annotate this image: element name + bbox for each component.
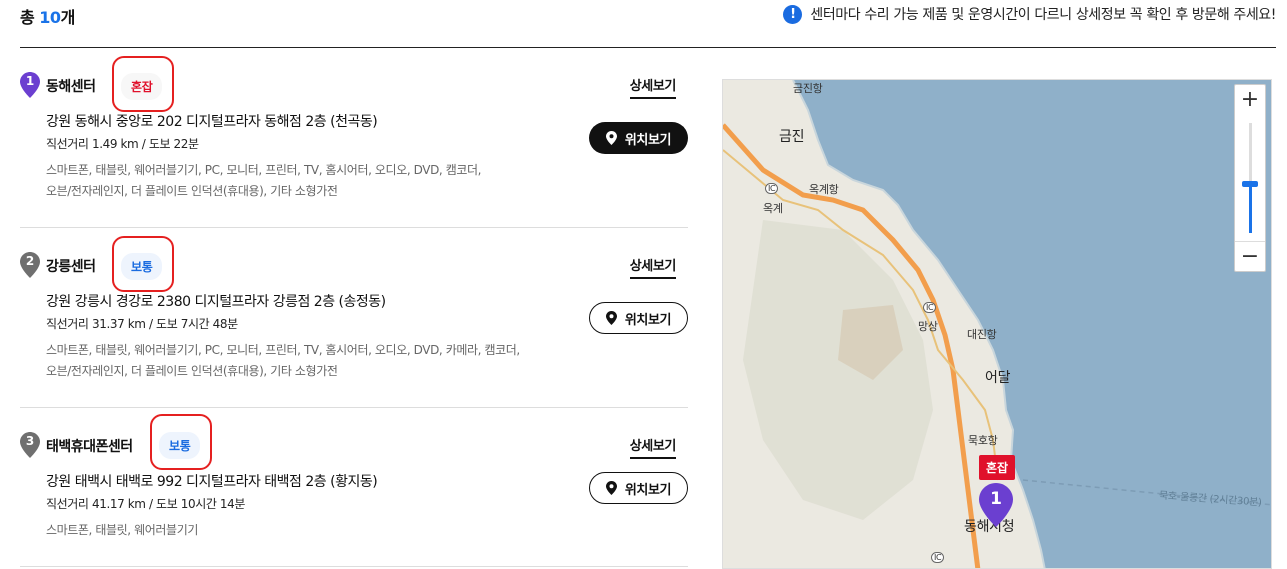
detail-link[interactable]: 상세보기 bbox=[629, 75, 676, 99]
map-label: 옥계 bbox=[763, 202, 783, 215]
notice: ! 센터마다 수리 가능 제품 및 운영시간이 다르니 상세정보 꼭 확인 후 … bbox=[783, 4, 1276, 24]
total-prefix: 총 bbox=[20, 8, 40, 27]
location-button-label: 위치보기 bbox=[624, 132, 672, 148]
center-distance: 직선거리 1.49 km / 도보 22분 bbox=[46, 137, 199, 151]
results-header: 총 10개 ! 센터마다 수리 가능 제품 및 운영시간이 다르니 상세정보 꼭… bbox=[20, 0, 1276, 48]
location-button-label: 위치보기 bbox=[624, 312, 672, 328]
center-address: 강원 강릉시 경강로 2380 디지털프라자 강릉점 2층 (송정동) bbox=[46, 294, 386, 310]
center-list: 1 동해센터 혼잡 상세보기 위치보기 강원 동해시 중앙로 202 디지털프라… bbox=[20, 48, 688, 567]
center-name[interactable]: 강릉센터 bbox=[46, 256, 96, 276]
map-label: 망상 bbox=[918, 320, 938, 333]
location-button-label: 위치보기 bbox=[624, 482, 672, 498]
location-button[interactable]: 위치보기 bbox=[589, 302, 688, 334]
location-pin-icon bbox=[605, 311, 617, 325]
map-label: 금진항 bbox=[793, 82, 823, 95]
status-badge: 혼잡 bbox=[121, 73, 163, 100]
list-item: 2 강릉센터 보통 상세보기 위치보기 강원 강릉시 경강로 2380 디지털프… bbox=[20, 228, 688, 408]
map-marker-status[interactable]: 혼잡 bbox=[979, 455, 1016, 480]
products-line: 오븐/전자레인지, 더 플레이트 인덕션(휴대용), 기타 소형가전 bbox=[46, 184, 338, 198]
pin-number: 2 bbox=[25, 254, 35, 268]
location-pin-icon bbox=[605, 481, 617, 495]
map-view[interactable]: 금진항 금진 옥계항 IC 옥계 IC 망상 대진항 어달 묵호항 묵호-울릉간… bbox=[722, 79, 1272, 569]
zoom-level-fill bbox=[1249, 183, 1252, 233]
pin-number: 1 bbox=[25, 74, 35, 88]
center-distance: 직선거리 41.17 km / 도보 10시간 14분 bbox=[46, 497, 246, 511]
total-suffix: 개 bbox=[60, 8, 76, 27]
list-item: 3 태백휴대폰센터 보통 상세보기 위치보기 강원 태백시 태백로 992 디지… bbox=[20, 408, 688, 567]
map-label: 묵호항 bbox=[968, 434, 998, 447]
zoom-slider-handle[interactable] bbox=[1242, 180, 1258, 187]
center-distance: 직선거리 31.37 km / 도보 7시간 48분 bbox=[46, 317, 238, 331]
map-label: 대진항 bbox=[967, 328, 997, 341]
center-name[interactable]: 태백휴대폰센터 bbox=[46, 436, 133, 456]
detail-link[interactable]: 상세보기 bbox=[629, 435, 676, 459]
notice-text: 센터마다 수리 가능 제품 및 운영시간이 다르니 상세정보 꼭 확인 후 방문… bbox=[810, 7, 1276, 23]
zoom-out-button[interactable]: − bbox=[1235, 241, 1265, 271]
total-count-number: 10 bbox=[39, 8, 61, 27]
total-count: 총 10개 bbox=[20, 4, 75, 28]
map-label: 옥계항 bbox=[809, 183, 839, 196]
zoom-control: + − bbox=[1234, 84, 1266, 272]
supported-products: 스마트폰, 태블릿, 웨어러블기기, PC, 모니터, 프린터, TV, 홈시어… bbox=[46, 160, 566, 202]
map-label: 어달 bbox=[985, 370, 1011, 386]
status-badge: 보통 bbox=[159, 432, 201, 459]
supported-products: 스마트폰, 태블릿, 웨어러블기기, PC, 모니터, 프린터, TV, 홈시어… bbox=[46, 340, 566, 382]
map-label: IC bbox=[765, 183, 779, 194]
zoom-in-button[interactable]: + bbox=[1235, 85, 1265, 115]
pin-number: 3 bbox=[25, 434, 35, 448]
location-button[interactable]: 위치보기 bbox=[589, 472, 688, 504]
map-label: 금진 bbox=[779, 129, 805, 145]
center-address: 강원 태백시 태백로 992 디지털프라자 태백점 2층 (황지동) bbox=[46, 474, 378, 490]
map-label: IC bbox=[931, 552, 945, 563]
map-marker-number: 1 bbox=[990, 489, 1002, 509]
info-icon: ! bbox=[783, 4, 803, 24]
list-item: 1 동해센터 혼잡 상세보기 위치보기 강원 동해시 중앙로 202 디지털프라… bbox=[20, 48, 688, 228]
products-line: 스마트폰, 태블릿, 웨어러블기기, PC, 모니터, 프린터, TV, 홈시어… bbox=[46, 163, 482, 177]
products-line: 스마트폰, 태블릿, 웨어러블기기 bbox=[46, 523, 198, 537]
center-address: 강원 동해시 중앙로 202 디지털프라자 동해점 2층 (천곡동) bbox=[46, 114, 378, 130]
detail-link[interactable]: 상세보기 bbox=[629, 255, 676, 279]
location-button[interactable]: 위치보기 bbox=[589, 122, 688, 154]
status-badge: 보통 bbox=[121, 253, 163, 280]
supported-products: 스마트폰, 태블릿, 웨어러블기기 bbox=[46, 520, 566, 541]
center-name[interactable]: 동해센터 bbox=[46, 76, 96, 96]
location-pin-icon bbox=[605, 131, 617, 145]
products-line: 스마트폰, 태블릿, 웨어러블기기, PC, 모니터, 프린터, TV, 홈시어… bbox=[46, 343, 520, 357]
map-label: IC bbox=[923, 302, 937, 313]
products-line: 오븐/전자레인지, 더 플레이트 인덕션(휴대용), 기타 소형가전 bbox=[46, 364, 338, 378]
